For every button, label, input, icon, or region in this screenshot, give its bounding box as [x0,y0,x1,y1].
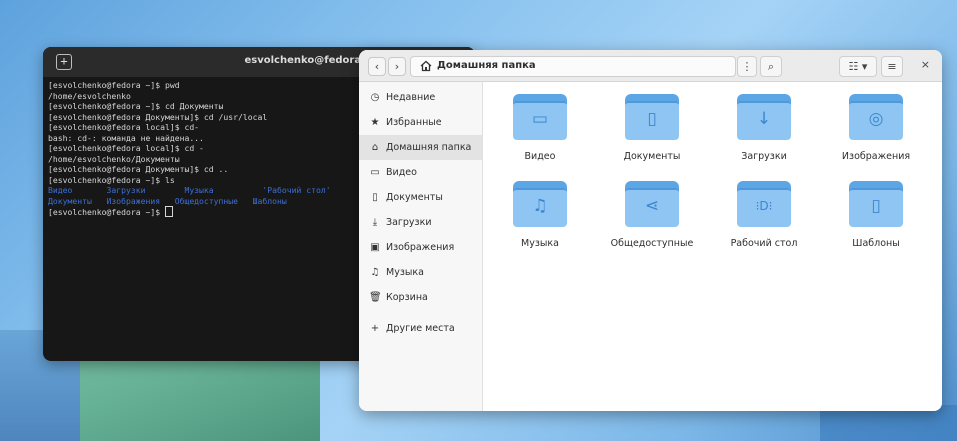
sidebar-item-downloads[interactable]: ⤓ Загрузки [359,210,482,235]
folder-item-documents[interactable]: ▯ Документы [596,94,708,162]
document-icon: ▯ [647,109,657,129]
image-icon: ▣ [370,242,380,253]
sidebar-item-label: Корзина [386,292,428,303]
folder-label: Шаблоны [852,238,900,249]
file-manager-headerbar[interactable]: ‹ › Домашняя папка ⋮ ⌕ ☷ ▾ ≡ × [359,50,942,82]
sidebar-item-label: Недавние [386,92,436,103]
download-icon: ↓ [756,109,772,129]
folder-label: Видео [524,151,556,162]
folder-icon: ▯ [849,181,903,227]
folder-item-downloads[interactable]: ↓ Загрузки [708,94,820,162]
folder-icon: ⁝D⁝ [737,181,791,227]
template-icon: ▯ [871,196,881,216]
folder-label: Рабочий стол [730,238,798,249]
star-icon: ★ [370,117,380,128]
folder-icon: ⋖ [625,181,679,227]
camera-icon: ◎ [868,109,884,129]
folder-label: Музыка [521,238,559,249]
video-icon: ▭ [370,167,380,178]
close-icon[interactable]: × [921,58,930,71]
location-label: Домашняя папка [437,60,536,71]
forward-button[interactable]: › [388,57,406,76]
sidebar-item-home[interactable]: ⌂ Домашняя папка [359,135,482,160]
folder-label: Общедоступные [610,238,694,249]
hamburger-icon: ≡ [887,60,897,73]
home-icon [420,60,432,72]
sidebar-item-label: Домашняя папка [386,142,472,153]
sidebar-item-label: Документы [386,192,443,203]
more-options-button[interactable]: ⋮ [737,56,757,77]
sidebar-item-recent[interactable]: ◷ Недавние [359,85,482,110]
music-icon: ♫ [370,267,380,278]
search-button[interactable]: ⌕ [760,56,782,77]
file-manager-window[interactable]: ‹ › Домашняя папка ⋮ ⌕ ☷ ▾ ≡ × ◷ Недавние… [359,50,942,411]
document-icon: ▯ [372,192,378,203]
folder-label: Документы [623,151,681,162]
folder-item-pictures[interactable]: ◎ Изображения [820,94,932,162]
clock-icon: ◷ [370,92,380,103]
sidebar-item-music[interactable]: ♫ Музыка [359,260,482,285]
main-menu-button[interactable]: ≡ [881,56,903,77]
share-icon: ⋖ [644,196,660,216]
music-icon: ♫ [532,196,548,216]
search-icon: ⌕ [767,60,775,73]
folder-label: Загрузки [741,151,787,162]
sidebar-item-label: Загрузки [386,217,432,228]
folder-icon: ♫ [513,181,567,227]
list-view-icon: ☷ [848,60,859,73]
folder-item-desktop[interactable]: ⁝D⁝ Рабочий стол [708,181,820,249]
folder-item-videos[interactable]: ▭ Видео [484,94,596,162]
home-icon: ⌂ [371,142,379,153]
folder-icon: ▯ [625,94,679,140]
folder-item-public[interactable]: ⋖ Общедоступные [596,181,708,249]
sidebar-item-label: Избранные [386,117,442,128]
trash-icon: 🗑 [369,292,382,303]
sidebar-item-label: Изображения [386,242,455,253]
folder-icon: ▭ [513,94,567,140]
sidebar-item-pictures[interactable]: ▣ Изображения [359,235,482,260]
folder-grid: ▭ Видео ▯ Документы ↓ Загрузки ◎ Изображ… [484,86,942,411]
text-cursor [164,206,173,217]
sidebar-item-starred[interactable]: ★ Избранные [359,110,482,135]
folder-item-music[interactable]: ♫ Музыка [484,181,596,249]
sidebar-item-documents[interactable]: ▯ Документы [359,185,482,210]
sidebar-item-other-locations[interactable]: + Другие места [359,316,482,341]
location-bar[interactable]: Домашняя папка [410,56,736,77]
sidebar-item-trash[interactable]: 🗑 Корзина [359,285,482,310]
terminal-prompt: [esvolchenko@fedora ~]$ [48,207,165,217]
chevron-down-icon: ▾ [861,60,868,73]
plus-icon: + [370,323,380,334]
sidebar-item-label: Другие места [386,323,455,334]
sidebar-item-videos[interactable]: ▭ Видео [359,160,482,185]
folder-label: Изображения [841,151,911,162]
folder-icon: ↓ [737,94,791,140]
view-switch-button[interactable]: ☷ ▾ [839,56,877,77]
desktop-icon: ⁝D⁝ [755,199,773,213]
download-icon: ⤓ [372,217,378,228]
sidebar-item-label: Видео [386,167,417,178]
folder-icon: ◎ [849,94,903,140]
folder-item-templates[interactable]: ▯ Шаблоны [820,181,932,249]
back-button[interactable]: ‹ [368,57,386,76]
sidebar-item-label: Музыка [386,267,424,278]
places-sidebar: ◷ Недавние ★ Избранные ⌂ Домашняя папка ▭ Ви… [359,82,483,411]
video-icon: ▭ [531,109,549,129]
